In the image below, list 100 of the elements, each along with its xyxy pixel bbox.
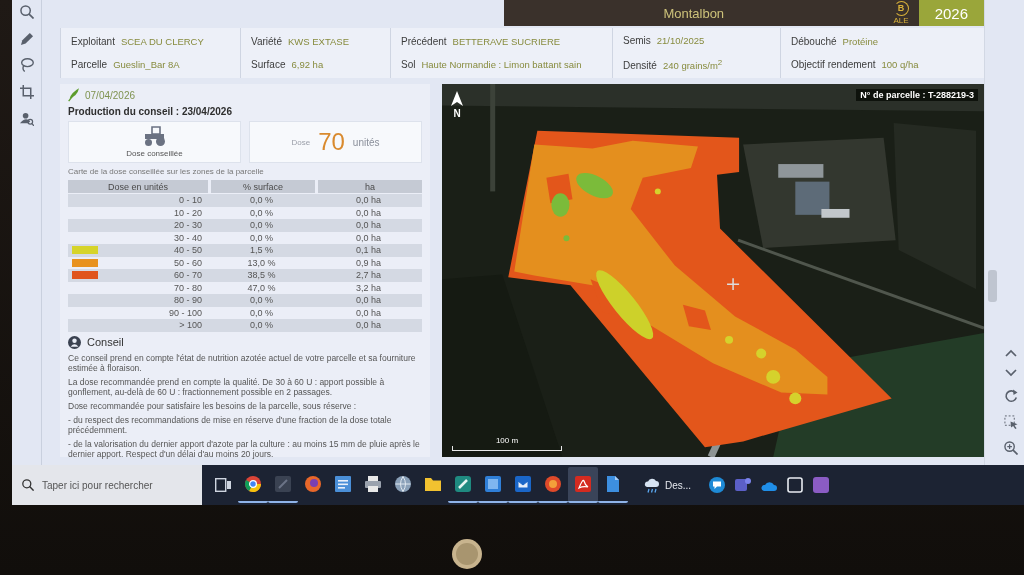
field-value: KWS EXTASE: [287, 36, 349, 47]
cursor-icon: [726, 277, 740, 291]
search-icon: [22, 479, 34, 491]
field-label: Semis: [623, 35, 651, 47]
folder-icon: [425, 477, 441, 491]
table-cell-text: 13,0 %: [246, 257, 277, 268]
table-cell-text: 10 - 20: [172, 207, 203, 218]
up-caret-icon[interactable]: [1005, 349, 1017, 357]
mail-icon: [515, 476, 531, 492]
select-icon[interactable]: [1004, 415, 1018, 429]
tractor-icon: [143, 126, 166, 146]
taskbar-button[interactable]: [568, 467, 598, 503]
document-icon: [607, 476, 619, 492]
advice-text: Ce conseil prend en compte l'état de nutrition azotée actuel de votre parcelle et sa fourniture estimée à floraison.: [68, 352, 417, 373]
dose-type-label: Dose conseillée: [126, 149, 183, 158]
search-field[interactable]: Taper ici pour rechercher: [12, 465, 202, 505]
field-value: Gueslin_Bar 8A: [113, 59, 180, 70]
field-value: SCEA DU CLERCY: [120, 36, 204, 47]
globe-icon: [395, 476, 411, 492]
table-cell-text: 0,0 ha: [355, 295, 382, 306]
north-label: N: [453, 108, 461, 119]
table-cell-text: 80 - 90: [172, 295, 203, 306]
lasso-icon[interactable]: [19, 58, 34, 72]
table-cell-text: 0,0 ha: [355, 320, 382, 331]
field-label: Précédent: [401, 36, 447, 47]
production-date: Production du conseil : 23/04/2026: [68, 106, 233, 117]
map-caption: Carte de la dose conseillée sur les zones de la parcelle: [68, 167, 265, 176]
table-cell-text: 70 - 80: [172, 282, 203, 293]
refresh-icon[interactable]: [1004, 389, 1018, 403]
table-cell-text: 40 - 50: [172, 245, 203, 256]
zoom-icon[interactable]: [1004, 441, 1018, 455]
header-title: Montalbon: [662, 4, 726, 23]
table-cell-text: 0,0 %: [249, 295, 274, 306]
table-cell-text: 90 - 100: [167, 307, 203, 318]
cloud-icon[interactable]: [761, 479, 778, 491]
table-cell-text: 0,0 ha: [355, 232, 382, 243]
table-cell-text: 0,0 %: [249, 232, 274, 243]
field-label: Exploitant: [71, 36, 115, 47]
dose-value: 70: [318, 128, 345, 156]
notepad-icon: [335, 476, 351, 492]
table-cell-text: 38,5 %: [246, 270, 277, 281]
search-icon[interactable]: [19, 5, 34, 19]
browser-icon: [305, 476, 321, 492]
table-cell-text: 0,0 ha: [355, 195, 382, 206]
laptop-logo-icon: [452, 539, 482, 569]
pen-icon[interactable]: [19, 32, 34, 45]
field-label: Variété: [251, 36, 282, 47]
table-cell-text: 0,1 ha: [355, 245, 382, 256]
table-cell-text: 0,0 %: [249, 195, 274, 206]
field-label: Surface: [251, 59, 286, 70]
field-value: 240 grains/m$^{2}$: [662, 56, 723, 71]
parcel-number-label: N° de parcelle : T-288219-3: [856, 89, 978, 101]
browser-icon: [245, 476, 261, 492]
scrollbar-thumb[interactable]: [988, 270, 997, 302]
app-tile-icon[interactable]: [813, 477, 830, 493]
person-search-icon[interactable]: [19, 112, 34, 126]
column-header: ha: [318, 180, 422, 193]
printer-icon: [365, 476, 381, 492]
table-cell-text: 0,0 ha: [355, 207, 382, 218]
table-cell-text: 20 - 30: [172, 220, 203, 231]
table-cell-text: 0,0 %: [249, 307, 274, 318]
column-header: % surface: [211, 180, 315, 193]
table-cell-text: 0,9 ha: [355, 257, 382, 268]
weather-button[interactable]: Des...: [638, 468, 698, 502]
field-label: Débouché: [791, 36, 837, 47]
field-label: Sol: [401, 59, 416, 70]
dose-unit: unités: [352, 136, 380, 148]
table-cell-text: 1,5 %: [249, 245, 274, 256]
field-value: 6,92 ha: [291, 59, 324, 70]
plant-icon: [68, 88, 79, 102]
pen-app-icon: [455, 476, 471, 492]
field-label: Densité: [623, 59, 657, 71]
table-cell-text: 30 - 40: [172, 232, 203, 243]
user-icon: [68, 335, 81, 349]
field-value: 100 q/ha: [881, 59, 919, 70]
app-tile-icon: [485, 476, 501, 492]
task-view-icon: [215, 478, 231, 492]
chat-icon[interactable]: [709, 477, 726, 493]
weather-icon: [644, 477, 660, 493]
dose-caption: Dose: [291, 137, 311, 147]
conseil-title: Conseil: [87, 336, 124, 348]
table-cell-text: 3,2 ha: [355, 282, 382, 293]
crop-icon[interactable]: [19, 85, 34, 99]
field-value: Protéine: [842, 36, 878, 47]
down-caret-icon[interactable]: [1005, 369, 1017, 377]
advice-date: 07/04/2026: [85, 89, 136, 101]
team-app-icon[interactable]: [735, 477, 752, 493]
table-cell-text: 0,0 %: [249, 207, 274, 218]
table-cell-text: 2,7 ha: [355, 270, 382, 281]
window-icon[interactable]: [787, 477, 804, 493]
pdf-icon: [575, 476, 591, 492]
table-cell-text: 0,0 ha: [355, 220, 382, 231]
field-value: BETTERAVE SUCRIERE: [452, 36, 561, 47]
scale-label: 100 m: [495, 436, 519, 445]
advice-text: La dose recommandée prend en compte la qualité. De 30 à 60 U : apport possible à gonflement, au-delà de 60 U : fractionnement possible en 2 passages.: [68, 376, 386, 397]
year-badge: 2026: [918, 0, 984, 26]
advice-text: - de la valorisation du dernier apport d'azote par la culture : au moins 15 mm de pluie après le dernier apport. Respect d'un délai d'au moins 20 jours.: [68, 438, 421, 459]
table-cell-text: 0 - 10: [178, 195, 203, 206]
column-header: Dose en unités: [68, 180, 208, 193]
app-icon: [275, 476, 291, 492]
